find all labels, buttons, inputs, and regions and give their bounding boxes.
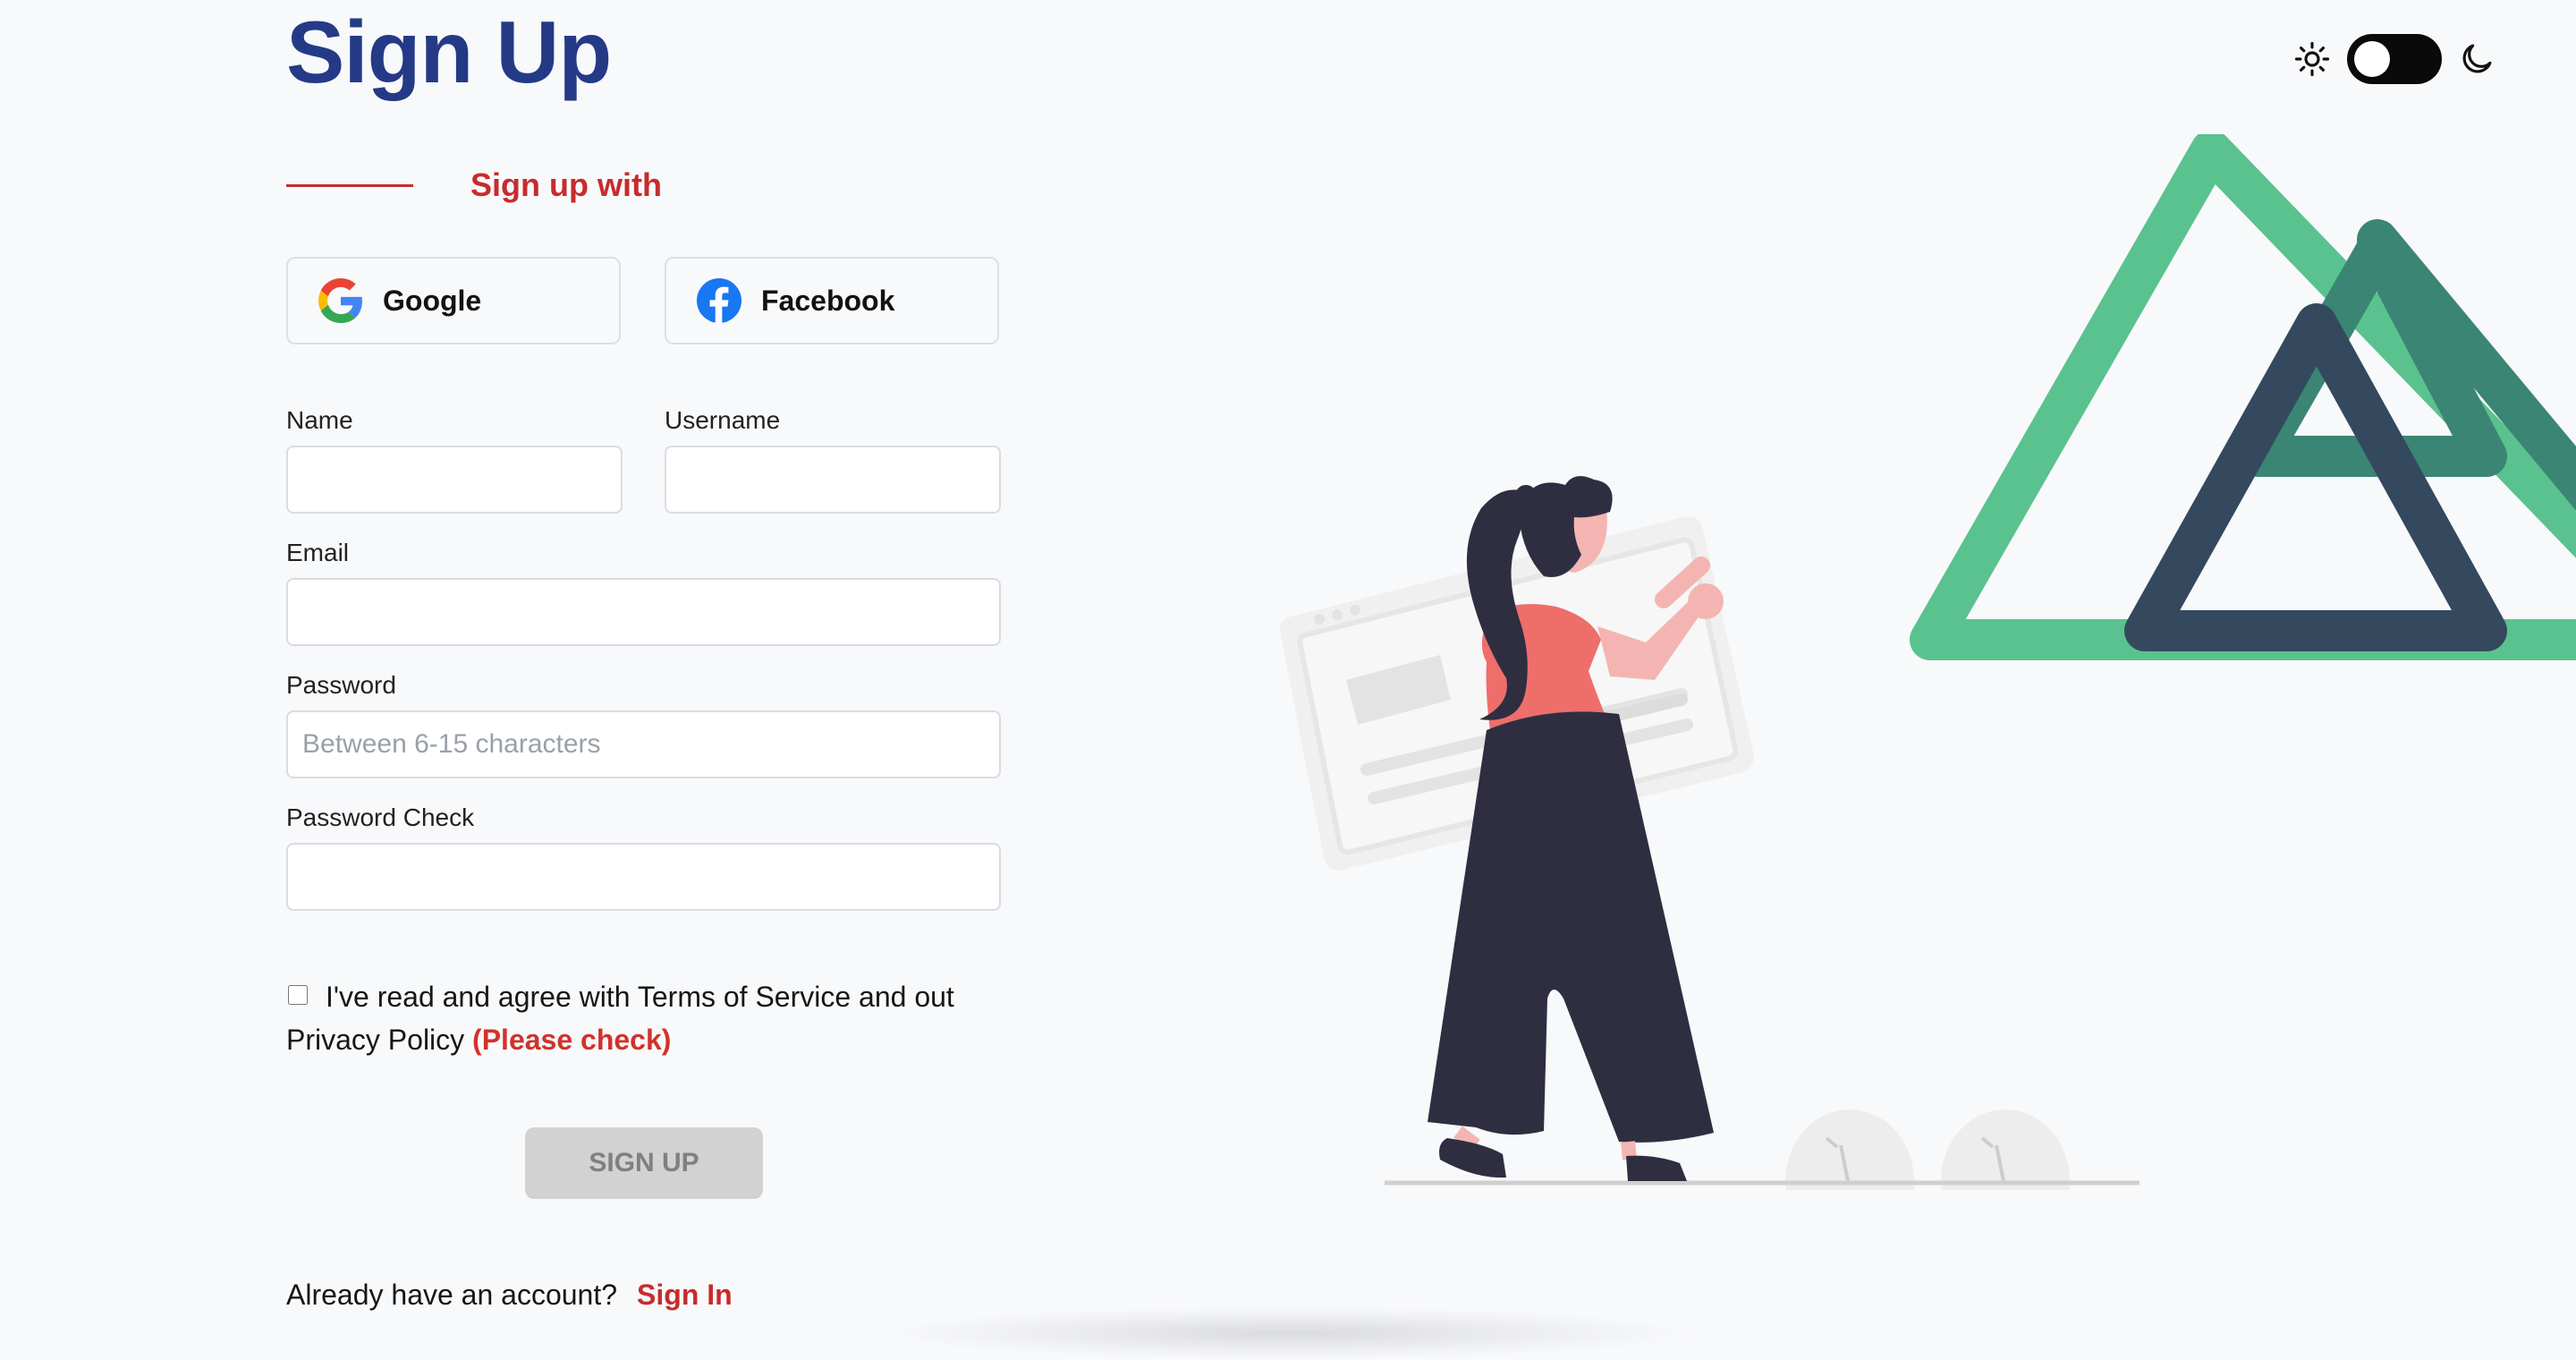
terms-agreement: I've read and agree with Terms of Servic…: [286, 975, 1002, 1061]
signin-link[interactable]: Sign In: [637, 1279, 733, 1311]
google-label: Google: [383, 284, 482, 317]
page-title: Sign Up: [286, 3, 612, 101]
name-input[interactable]: [286, 446, 623, 514]
divider-line: [286, 183, 413, 187]
username-label: Username: [665, 406, 781, 434]
password-input[interactable]: [286, 710, 1001, 778]
username-input[interactable]: [665, 446, 1001, 514]
facebook-icon: [697, 278, 741, 323]
google-icon: [318, 278, 362, 323]
social-divider: Sign up with: [286, 166, 662, 204]
password-check-input[interactable]: [286, 843, 1001, 911]
signin-prompt: Already have an account? Sign In: [286, 1279, 733, 1312]
divider-label: Sign up with: [470, 166, 662, 203]
google-signup-button[interactable]: Google: [286, 257, 621, 344]
bottom-shadow: [877, 1306, 1699, 1360]
theme-switch[interactable]: [2347, 34, 2442, 84]
password-label: Password: [286, 671, 396, 699]
woman-illustration: [1280, 476, 2140, 1190]
name-label: Name: [286, 406, 353, 434]
theme-switch-knob: [2354, 41, 2390, 77]
terms-checkbox[interactable]: [288, 985, 308, 1005]
email-label: Email: [286, 539, 350, 566]
bushes-graphic: [1785, 1109, 2070, 1190]
moon-icon[interactable]: [2458, 40, 2496, 78]
theme-toggle: [2293, 34, 2496, 84]
sun-icon[interactable]: [2293, 40, 2331, 78]
facebook-label: Facebook: [761, 284, 895, 317]
email-input[interactable]: [286, 578, 1001, 646]
facebook-signup-button[interactable]: Facebook: [665, 257, 999, 344]
signup-button[interactable]: SIGN UP: [525, 1127, 763, 1199]
terms-warning: (Please check): [472, 1024, 672, 1056]
password-check-label: Password Check: [286, 803, 475, 831]
signin-prompt-text: Already have an account?: [286, 1279, 618, 1311]
